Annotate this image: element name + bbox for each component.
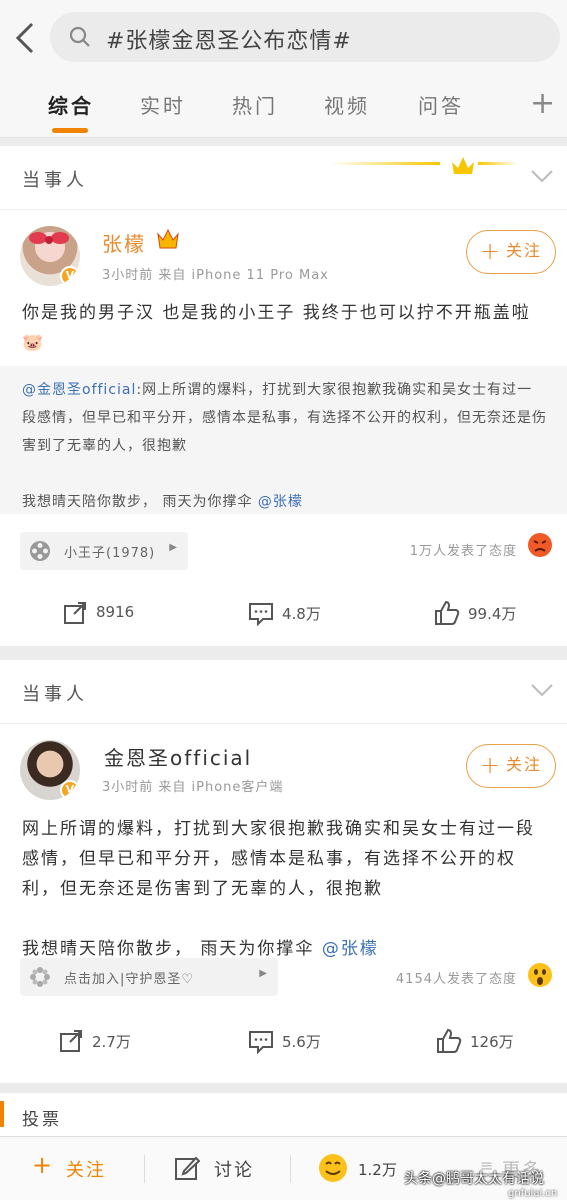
- follow-button[interactable]: + 关注: [466, 744, 556, 788]
- action-bar: 2.7万 5.6万 126万: [0, 1014, 567, 1072]
- plus-icon: +: [479, 237, 503, 265]
- decor-line: [478, 162, 518, 165]
- thumbs-up-icon: [435, 600, 460, 625]
- tab-comprehensive[interactable]: 综合: [48, 90, 94, 119]
- repost-quote[interactable]: @金恩圣official:网上所谓的爆料，打扰到大家很抱歉我确实和吴女士有过一段…: [0, 366, 567, 514]
- post-meta: 3小时前 来自 iPhone 11 Pro Max: [102, 268, 329, 283]
- post-meta: 3小时前 来自 iPhone客户端: [102, 780, 284, 795]
- username[interactable]: 金恩圣official: [104, 742, 252, 771]
- tab-qa[interactable]: 问答: [418, 90, 464, 119]
- top-bar: #张檬金恩圣公布恋情#: [0, 0, 567, 76]
- divider: [290, 1155, 291, 1183]
- post-text: 你是我的男子汉 也是我的小王子 我终于也可以拧不开瓶盖啦🐷: [22, 303, 531, 353]
- post-card: 当事人 V 金恩圣official 3小时前 来自 iPhone客户端 + 关注 …: [0, 660, 567, 1083]
- section-accent-bar: [0, 1101, 4, 1127]
- follow-topic-button[interactable]: + 关注: [32, 1151, 132, 1185]
- chevron-down-icon[interactable]: [529, 166, 555, 186]
- reaction-count: 4154人发表了态度: [395, 972, 517, 987]
- tab-hot[interactable]: 热门: [232, 90, 278, 119]
- decor-line: [330, 162, 440, 165]
- crown-icon: [452, 157, 474, 174]
- post-text: 网上所谓的爆料，打扰到大家很抱歉我确实和吴女士有过一段感情，但早已和平分开，感情…: [22, 819, 535, 959]
- caret-right-icon: ▶: [169, 542, 178, 553]
- search-input[interactable]: #张檬金恩圣公布恋情#: [50, 12, 560, 62]
- avatar[interactable]: V: [20, 226, 80, 286]
- mention-link[interactable]: @张檬: [258, 494, 303, 510]
- angry-face-icon[interactable]: [527, 532, 553, 558]
- section-title: 当事人: [22, 684, 88, 705]
- mention-link[interactable]: @金恩圣official: [22, 382, 136, 398]
- discuss-button[interactable]: 讨论: [174, 1153, 274, 1185]
- sweat-smile-icon: [319, 1154, 347, 1182]
- vote-title: 投票: [22, 1110, 62, 1130]
- back-arrow-icon: [15, 22, 34, 54]
- comment-icon: [249, 603, 273, 626]
- active-tab-indicator: [52, 128, 88, 133]
- film-reel-icon: [30, 541, 50, 561]
- search-query: #张檬金恩圣公布恋情#: [106, 29, 352, 54]
- section-title: 当事人: [22, 170, 88, 191]
- watermark-url: gnfulai.cn: [508, 1188, 558, 1199]
- watermark: 头条@鹏哥太太有话说: [404, 1171, 544, 1187]
- thumbs-up-icon: [437, 1028, 462, 1053]
- edit-icon: [175, 1156, 200, 1180]
- quote-text: @金恩圣official:网上所谓的爆料，打扰到大家很抱歉我确实和吴女士有过一段…: [22, 382, 547, 510]
- verified-badge-icon: V: [60, 266, 80, 286]
- username[interactable]: 张檬: [102, 228, 146, 257]
- mention-link[interactable]: @张檬: [322, 939, 379, 959]
- emoji-reaction-button[interactable]: 1.2万: [318, 1153, 418, 1185]
- add-tab-button[interactable]: +: [530, 86, 555, 121]
- action-bar: 8916 4.8万 99.4万: [0, 586, 567, 644]
- caret-right-icon: ▶: [259, 968, 268, 979]
- card-header: 当事人: [0, 660, 567, 724]
- post-card: 当事人 V 张檬 3小时前 来自 iPhone 11 Pro Max + 关注 你…: [0, 146, 567, 646]
- chevron-down-icon[interactable]: [529, 680, 555, 700]
- comment-icon: [249, 1031, 273, 1054]
- search-icon: [69, 26, 90, 47]
- flower-icon: [30, 967, 50, 987]
- tab-video[interactable]: 视频: [324, 90, 370, 119]
- reaction-count: 1万人发表了态度: [409, 544, 517, 559]
- follow-button[interactable]: + 关注: [466, 230, 556, 274]
- supertopic-pill[interactable]: 小王子(1978) ▶: [20, 532, 188, 570]
- repost-icon: [64, 602, 86, 624]
- surprised-face-icon[interactable]: [527, 962, 553, 988]
- divider: [144, 1155, 145, 1183]
- tab-realtime[interactable]: 实时: [140, 90, 186, 119]
- vip-crown-icon: [157, 228, 179, 249]
- avatar[interactable]: V: [20, 740, 80, 800]
- plus-icon: +: [32, 1151, 55, 1179]
- back-button[interactable]: [12, 18, 38, 58]
- card-header: 当事人: [0, 146, 567, 210]
- repost-icon: [60, 1030, 82, 1052]
- supertopic-pill[interactable]: 点击加入|守护恩圣♡ ▶: [20, 958, 278, 996]
- plus-icon: +: [479, 751, 503, 779]
- verified-badge-icon: V: [60, 780, 80, 800]
